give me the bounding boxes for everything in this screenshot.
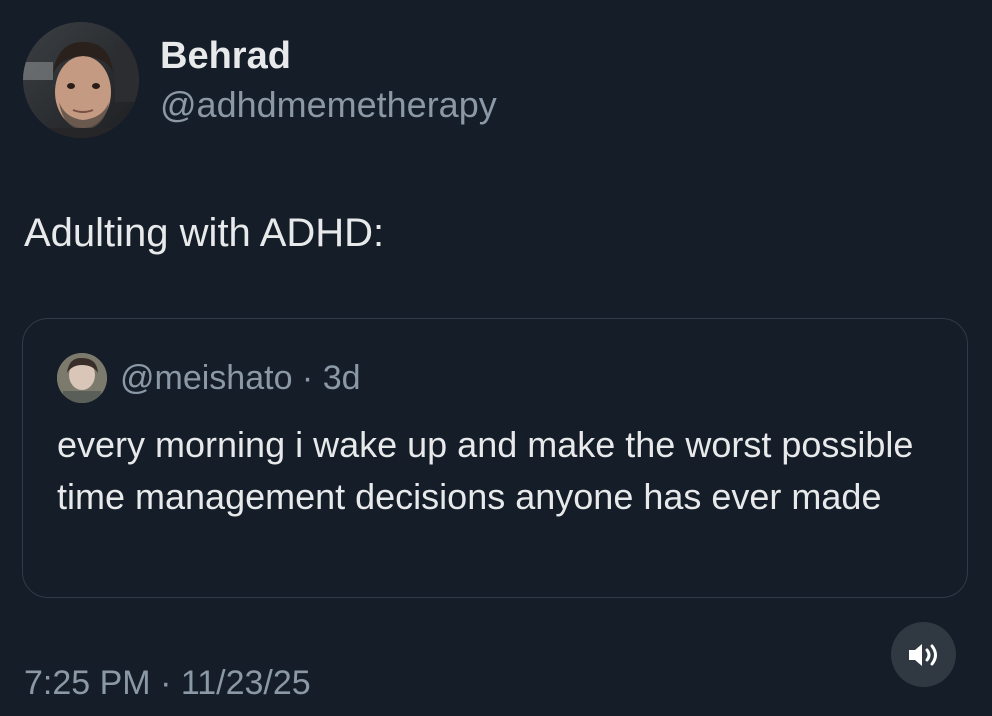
- quoted-tweet-card[interactable]: @meishato · 3d every morning i wake up a…: [22, 318, 968, 598]
- author-display-name[interactable]: Behrad: [160, 34, 291, 78]
- tweet-timestamp[interactable]: 7:25 PM · 11/23/25: [24, 663, 311, 703]
- quoted-tweet-meta: @meishato · 3d: [120, 359, 361, 397]
- tweet-text: Adulting with ADHD:: [24, 211, 385, 255]
- speaker-volume-icon: [907, 641, 941, 669]
- tweet: Behrad @adhdmemetherapy Adulting with AD…: [0, 0, 992, 716]
- author-avatar[interactable]: [23, 22, 139, 138]
- sound-toggle-button[interactable]: [891, 622, 956, 687]
- author-handle[interactable]: @adhdmemetherapy: [160, 84, 497, 126]
- quoted-tweet-header: @meishato · 3d: [57, 353, 361, 403]
- quoted-tweet-text: every morning i wake up and make the wor…: [57, 424, 914, 517]
- quoted-author-avatar[interactable]: [57, 353, 107, 403]
